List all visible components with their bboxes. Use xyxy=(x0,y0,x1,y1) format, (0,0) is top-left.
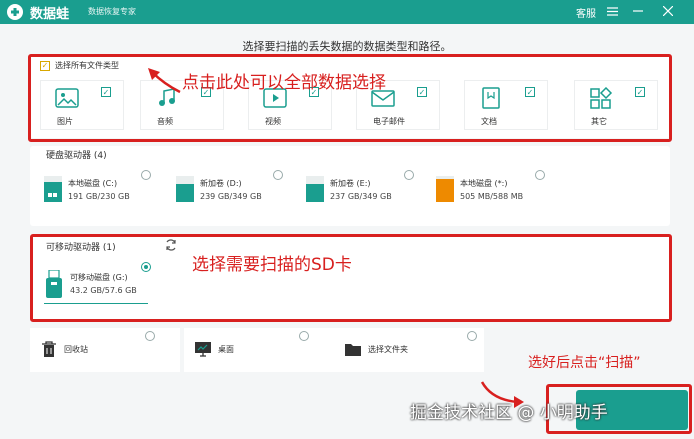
hamburger-icon[interactable] xyxy=(604,3,620,19)
location-label: 回收站 xyxy=(64,345,88,354)
drive-name: 新加卷 (E:) xyxy=(330,179,371,188)
drive-size: 237 GB/349 GB xyxy=(330,192,392,201)
minimize-icon[interactable] xyxy=(630,3,646,19)
hard-drive-title: 硬盘驱动器 (4) xyxy=(46,151,107,161)
drive-icon xyxy=(436,176,454,202)
drive-size: 505 MB/588 MB xyxy=(460,192,524,201)
customer-service-link[interactable]: 客服 xyxy=(576,5,596,20)
drive-star-radio[interactable] xyxy=(535,170,545,180)
drive-star[interactable]: 本地磁盘 (*:) 505 MB/588 MB xyxy=(434,172,554,222)
desktop-radio[interactable] xyxy=(299,331,309,341)
annotation-arrow-icon xyxy=(148,68,181,94)
location-recycle-bin[interactable]: 回收站 xyxy=(30,328,180,372)
drive-c-radio[interactable] xyxy=(141,170,151,180)
drive-size: 191 GB/230 GB xyxy=(68,192,130,201)
drive-name: 新加卷 (D:) xyxy=(200,179,242,188)
close-icon[interactable] xyxy=(660,3,676,19)
drive-icon xyxy=(176,176,194,202)
trash-icon xyxy=(42,341,56,357)
location-select-folder[interactable]: 选择文件夹 xyxy=(334,328,484,372)
app-subtitle: 数据恢复专家 xyxy=(88,7,136,16)
drive-d-radio[interactable] xyxy=(273,170,283,180)
drive-name: 本地磁盘 (C:) xyxy=(68,179,118,188)
drive-e-radio[interactable] xyxy=(404,170,414,180)
location-label: 选择文件夹 xyxy=(368,345,408,354)
annotation-box-sd-card xyxy=(30,234,672,322)
location-label: 桌面 xyxy=(218,345,234,354)
recycle-bin-radio[interactable] xyxy=(145,331,155,341)
app-name: 数据蛙 xyxy=(30,7,70,22)
annotation-sd-card: 选择需要扫描的SD卡 xyxy=(192,255,352,275)
page-instruction: 选择要扫描的丢失数据的数据类型和路径。 xyxy=(242,40,452,53)
title-bar: 数据蛙 数据恢复专家 客服 xyxy=(0,0,694,24)
select-folder-radio[interactable] xyxy=(467,331,477,341)
annotation-select-all: 点击此处可以全部数据选择 xyxy=(182,73,386,93)
watermark-text: 掘金技术社区 @ 小明助手 xyxy=(410,403,608,423)
drive-name: 本地磁盘 (*:) xyxy=(460,179,508,188)
folder-icon xyxy=(345,344,361,356)
location-desktop[interactable]: 桌面 xyxy=(184,328,334,372)
desktop-icon xyxy=(195,342,211,357)
drive-size: 239 GB/349 GB xyxy=(200,192,262,201)
drive-icon xyxy=(306,176,324,202)
app-logo-icon xyxy=(7,4,23,20)
drive-icon xyxy=(44,176,62,202)
annotation-scan: 选好后点击“扫描” xyxy=(528,355,641,371)
